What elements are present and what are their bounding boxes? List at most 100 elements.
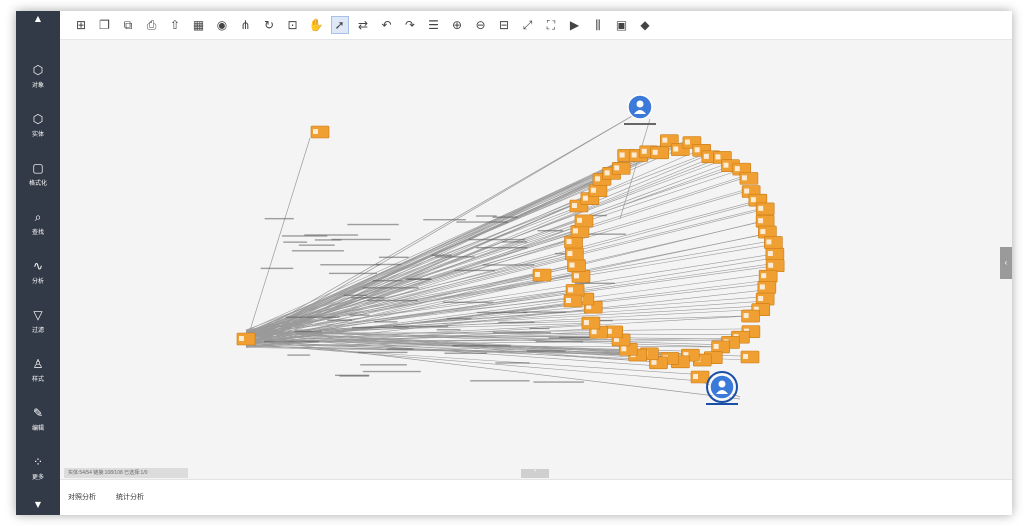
edge-label[interactable] (260, 267, 294, 270)
entity-icon[interactable] (651, 359, 657, 365)
edge-label[interactable] (446, 317, 472, 320)
sidebar-item-format[interactable]: ▢ 格式化 (16, 161, 60, 201)
entity-icon[interactable] (768, 262, 774, 268)
edge-label[interactable] (283, 241, 308, 243)
edge-label[interactable] (264, 217, 294, 220)
relationship-graph[interactable] (60, 39, 1012, 479)
edge-label[interactable] (442, 301, 494, 304)
copy-icon[interactable]: ❐ (96, 16, 114, 34)
entity-icon[interactable] (594, 176, 600, 182)
link-edge[interactable] (245, 160, 721, 337)
entity-icon[interactable] (758, 218, 764, 224)
edge-label[interactable] (386, 348, 414, 350)
edge-label[interactable] (477, 311, 528, 314)
edge-label[interactable] (476, 247, 528, 249)
entity-icon[interactable] (723, 162, 729, 168)
connect-icon[interactable]: ⇄ (354, 16, 372, 34)
edge-label[interactable] (492, 216, 518, 218)
entity-icon[interactable] (567, 251, 573, 256)
edge-label[interactable] (378, 256, 409, 259)
fullscreen-icon[interactable]: ⛶ (542, 16, 560, 34)
select-arrow-icon[interactable]: ➚ (330, 16, 349, 34)
entity-icon[interactable] (583, 320, 589, 326)
entity-icon[interactable] (590, 187, 596, 193)
entity-icon[interactable] (744, 188, 750, 194)
entity-icon[interactable] (569, 262, 575, 268)
edge-label[interactable] (320, 264, 381, 266)
entity-icon[interactable] (743, 313, 749, 319)
edge-label[interactable] (331, 238, 391, 241)
edge-label[interactable] (367, 299, 418, 302)
entity-icon[interactable] (591, 329, 597, 335)
entity-icon[interactable] (572, 228, 578, 234)
edge-label[interactable] (362, 370, 421, 373)
edge-label[interactable] (452, 345, 512, 347)
edge-label[interactable] (537, 229, 563, 232)
fit-screen-icon[interactable]: ⊟ (495, 16, 513, 34)
edge-label[interactable] (468, 238, 526, 241)
edge-label[interactable] (498, 321, 535, 324)
add-entity-icon[interactable]: ⊞ (72, 16, 90, 34)
entity-icon[interactable] (313, 129, 318, 134)
edge-label[interactable] (454, 269, 495, 272)
eraser-icon[interactable]: ◆ (636, 16, 654, 34)
edge-label[interactable] (431, 254, 452, 256)
entity-icon[interactable] (619, 152, 625, 158)
edge-label[interactable] (304, 234, 359, 236)
edge-label[interactable] (327, 319, 353, 321)
edge-label[interactable] (343, 294, 368, 297)
entity-icon[interactable] (535, 272, 540, 277)
entity-icon[interactable] (662, 137, 668, 143)
edge-label[interactable] (470, 380, 530, 382)
person-label[interactable] (706, 403, 738, 405)
entity-icon[interactable] (693, 374, 698, 379)
entity-icon[interactable] (652, 149, 658, 155)
entity-icon[interactable] (582, 195, 588, 201)
entity-icon[interactable] (703, 153, 709, 159)
export-icon[interactable]: ⇧ (166, 16, 184, 34)
sidebar-item-edit[interactable]: ✎ 编辑 (16, 406, 60, 446)
entity-icon[interactable] (743, 354, 748, 359)
entity-icon[interactable] (566, 239, 572, 245)
person-icon[interactable] (718, 380, 726, 388)
entity-icon[interactable] (573, 273, 579, 279)
edge-label[interactable] (291, 250, 344, 252)
sidebar-item-search[interactable]: ⌕ 查找 (16, 210, 60, 250)
undo-icon[interactable]: ↶ (378, 16, 396, 34)
edge-label[interactable] (526, 350, 566, 352)
edge-label[interactable] (482, 264, 535, 266)
right-panel-toggle[interactable]: ‹ (1000, 247, 1012, 279)
sidebar-item-cube[interactable]: ⬡ 对象 (16, 63, 60, 103)
sidebar-item-entity[interactable]: ⬡ 实体 (16, 112, 60, 152)
edge-label[interactable] (294, 330, 322, 333)
edge-label[interactable] (535, 341, 584, 343)
edge-label[interactable] (298, 244, 335, 246)
list-icon[interactable]: ☰ (425, 16, 443, 34)
entity-icon[interactable] (684, 139, 690, 145)
edge-label[interactable] (349, 314, 370, 316)
edge-label[interactable] (350, 297, 385, 299)
entity-icon[interactable] (568, 287, 574, 293)
entity-icon[interactable] (758, 296, 764, 302)
link-edge[interactable] (245, 153, 705, 331)
timeline-icon[interactable]: ⫼ (589, 16, 607, 34)
edge-label[interactable] (375, 263, 401, 266)
entity-icon[interactable] (614, 165, 620, 171)
edge-label[interactable] (522, 311, 567, 313)
save-icon[interactable]: ⎙ (143, 16, 161, 34)
edge-label[interactable] (444, 352, 487, 354)
entity-icon[interactable] (694, 147, 700, 153)
entity-icon[interactable] (760, 229, 766, 235)
play-icon[interactable]: ▶ (566, 16, 584, 34)
entity-icon[interactable] (713, 343, 719, 349)
tab-compare-analysis[interactable]: 对照分析 (68, 492, 96, 502)
hierarchy-icon[interactable]: ⋔ (237, 16, 255, 34)
zoom-out-icon[interactable]: ⊖ (472, 16, 490, 34)
entity-icon[interactable] (673, 146, 679, 152)
entity-icon[interactable] (741, 175, 747, 181)
edge-label[interactable] (264, 340, 319, 343)
sidebar-item-filter[interactable]: ▽ 过滤 (16, 308, 60, 348)
edge-label[interactable] (423, 218, 466, 221)
entity-icon[interactable] (239, 336, 244, 341)
entity-icon[interactable] (750, 197, 756, 203)
